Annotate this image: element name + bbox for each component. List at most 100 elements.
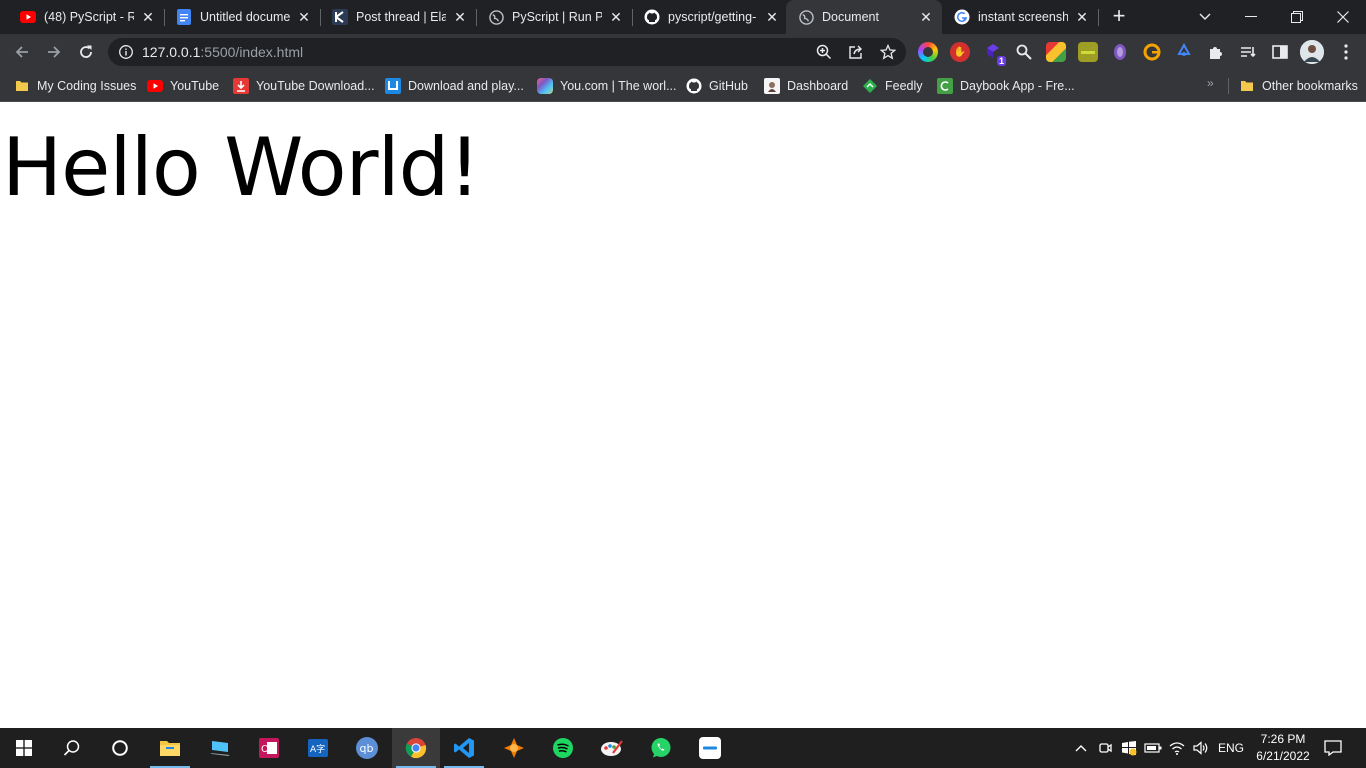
windows-icon [16,740,32,756]
tab-title: PyScript | Run Py [512,10,602,24]
folder-icon [14,78,30,94]
svg-text:qb: qb [360,742,374,755]
taskbar-chrome[interactable] [392,728,440,768]
bookmark-youtube[interactable]: YouTube [147,76,219,96]
taskbar-onenote-app[interactable]: O [245,728,293,768]
close-icon[interactable]: ✕ [296,9,312,25]
taskbar-whatsapp[interactable] [637,728,685,768]
tray-security[interactable] [1120,728,1138,768]
folder-icon [1239,78,1255,94]
reading-list-icon[interactable] [1238,42,1258,62]
bookmark-daybook[interactable]: Daybook App - Fre... [937,76,1075,96]
extension-search-icon[interactable] [1014,42,1034,62]
extension-adblock-icon[interactable]: ✋ [950,42,970,62]
side-panel-icon[interactable] [1270,42,1290,62]
bookmark-github[interactable]: GitHub [686,76,748,96]
extension-notes-icon[interactable] [1078,42,1098,62]
new-tab-button[interactable]: + [1108,5,1130,28]
tab-google-search[interactable]: instant screensho ✕ [934,0,1098,34]
close-icon[interactable]: ✕ [764,9,780,25]
reload-button[interactable] [72,38,100,66]
tab-document-active[interactable]: Document ✕ [786,0,942,34]
extension-cycle-icon[interactable] [1174,42,1194,62]
vscode-icon [454,738,474,758]
extension-grid-icon[interactable] [1046,42,1066,62]
extension-grammarly-icon[interactable] [1142,42,1162,62]
bookmark-other[interactable]: Other bookmarks [1239,76,1358,96]
more-menu-icon[interactable] [1336,42,1356,62]
minimize-button[interactable] [1228,0,1274,34]
bookmark-label: GitHub [709,79,748,93]
address-bar[interactable]: 127.0.0.1:5500/index.html [108,38,906,66]
zoom-icon[interactable] [814,42,834,62]
bookmark-feedly[interactable]: Feedly [862,76,923,96]
info-icon[interactable] [118,44,134,60]
tray-battery[interactable] [1144,728,1162,768]
bookmark-my-coding-issues[interactable]: My Coding Issues [14,76,136,96]
tray-language[interactable]: ENG [1214,728,1248,768]
taskbar-vscode[interactable] [440,728,488,768]
tab-google-doc[interactable]: Untitled documen ✕ [156,0,320,34]
taskbar-app-launcher[interactable] [686,728,734,768]
page-content: Hello World! [0,103,1366,728]
bookmark-label: My Coding Issues [37,79,137,93]
star-icon[interactable] [878,42,898,62]
close-icon[interactable]: ✕ [140,9,156,25]
arrow-right-icon [48,46,61,58]
extension-lens-icon[interactable] [1110,42,1130,62]
bookmark-download-and-play[interactable]: Download and play... [385,76,524,96]
bookmark-youtube-download[interactable]: YouTube Download... [233,76,375,96]
close-window-button[interactable] [1320,0,1366,34]
minimize-icon [1245,16,1257,17]
taskbar-translator-app[interactable]: A字 [294,728,342,768]
puzzle-icon[interactable] [1206,42,1226,62]
taskbar-spotify[interactable] [539,728,587,768]
extension-badge-count: 1 [996,56,1006,66]
extension-color-icon[interactable] [918,42,938,62]
start-button[interactable] [0,728,48,768]
tab-pyscript-run[interactable]: PyScript | Run Py ✕ [468,0,632,34]
tray-network[interactable] [1168,728,1186,768]
taskbar-fl-studio[interactable] [490,728,538,768]
share-icon[interactable] [846,42,866,62]
taskbar-computer-app[interactable] [196,728,244,768]
close-icon[interactable]: ✕ [918,9,934,25]
camera-icon [1099,743,1112,753]
avatar[interactable] [1300,40,1324,64]
uptodown-icon [385,78,401,94]
taskbar-clock[interactable]: 7:26 PM 6/21/2022 [1252,731,1314,765]
taskbar-paint[interactable] [588,728,636,768]
tab-title: instant screensho [978,10,1068,24]
tab-github-pyscript[interactable]: pyscript/getting- ✕ [624,0,788,34]
download-icon [233,78,249,94]
bookmarks-overflow-icon[interactable]: » [1207,76,1214,90]
shield-icon [1122,741,1137,756]
tray-overflow-button[interactable] [1072,728,1090,768]
bookmark-you-com[interactable]: You.com | The worl... [537,76,677,96]
tray-meet-now[interactable] [1096,728,1114,768]
tab-title: pyscript/getting- [668,10,757,24]
forward-button[interactable] [40,38,68,66]
file-explorer-icon [160,741,180,756]
extension-badge-icon[interactable]: 1 [984,42,1006,66]
cortana-button[interactable] [96,728,144,768]
tab-elak-post[interactable]: Post thread | ElaK ✕ [312,0,476,34]
clock-time: 7:26 PM [1260,732,1306,746]
close-icon[interactable]: ✕ [1074,9,1090,25]
tab-youtube-pyscript[interactable]: (48) PyScript - Ru ✕ [0,0,164,34]
search-button[interactable] [48,728,96,768]
back-button[interactable] [8,38,36,66]
notification-center-button[interactable] [1318,728,1348,768]
taskbar-file-explorer[interactable] [146,728,194,768]
github-icon [686,78,702,94]
tray-volume[interactable] [1192,728,1210,768]
url-text[interactable]: 127.0.0.1:5500/index.html [142,38,303,66]
taskbar-qbittorrent[interactable]: qb [343,728,391,768]
close-icon[interactable]: ✕ [608,9,624,25]
bookmark-dashboard[interactable]: Dashboard [764,76,848,96]
svg-text:O: O [261,744,269,755]
restore-button[interactable] [1274,0,1320,34]
close-icon[interactable]: ✕ [452,9,468,25]
youtube-icon [20,9,36,25]
tab-search-button[interactable] [1192,0,1218,34]
